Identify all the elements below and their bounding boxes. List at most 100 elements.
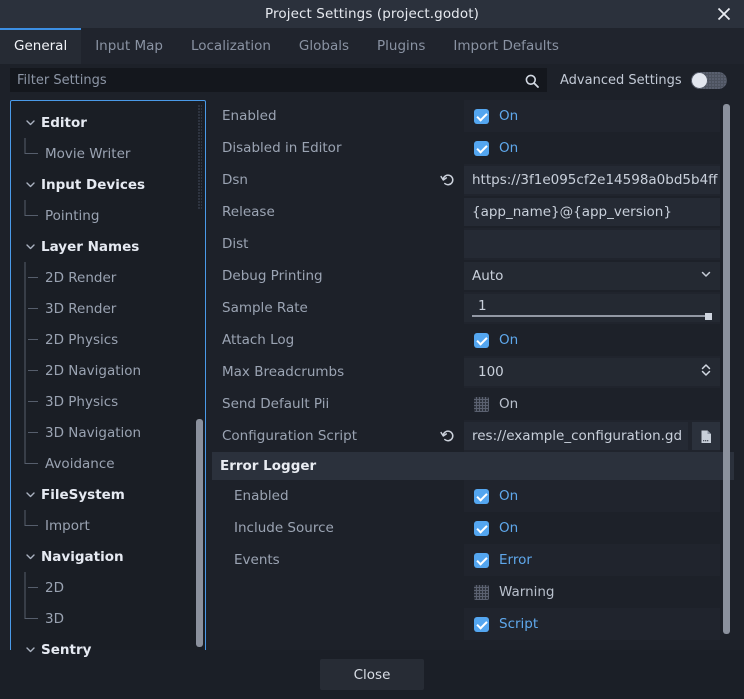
spinner-value: 100	[478, 364, 504, 380]
property-value: Error	[464, 544, 720, 576]
sidebar-item-movie-writer[interactable]: Movie Writer	[11, 138, 205, 169]
file-browse-icon[interactable]	[692, 422, 720, 450]
text-input[interactable]: {app_name}@{app_version}	[464, 198, 720, 226]
property-label: Include Source	[212, 520, 464, 536]
sidebar-item-filesystem[interactable]: FileSystem	[11, 479, 205, 510]
tab-input-map[interactable]: Input Map	[81, 28, 177, 64]
sidebar-item-2d-navigation[interactable]: 2D Navigation	[11, 355, 205, 386]
sidebar-item-pointing[interactable]: Pointing	[11, 200, 205, 231]
sidebar-item-input-devices[interactable]: Input Devices	[11, 169, 205, 200]
checkbox-label[interactable]: Warning	[499, 584, 555, 600]
sidebar-item-3d-navigation[interactable]: 3D Navigation	[11, 417, 205, 448]
property-value: 100	[464, 356, 720, 388]
chevron-down-icon[interactable]	[22, 117, 38, 128]
number-spinner[interactable]: 100	[464, 358, 720, 386]
sidebar-item-label: Navigation	[41, 549, 124, 565]
checkbox-label[interactable]: On	[499, 140, 518, 156]
chevron-down-icon[interactable]	[22, 489, 38, 500]
tab-import-defaults[interactable]: Import Defaults	[439, 28, 572, 64]
checkbox-label[interactable]: On	[499, 396, 518, 412]
sidebar-item-3d-physics[interactable]: 3D Physics	[11, 386, 205, 417]
tab-plugins[interactable]: Plugins	[363, 28, 439, 64]
tabbar-filler	[573, 28, 744, 64]
checkbox-label[interactable]: On	[499, 108, 518, 124]
window-close-icon[interactable]	[704, 0, 744, 28]
settings-category-tree[interactable]: EditorMovie WriterInput Devices Pointing L…	[10, 100, 206, 672]
tab-general[interactable]: General	[0, 28, 81, 64]
text-input[interactable]	[464, 230, 720, 258]
settings-property-list[interactable]: EnabledOnDisabled in EditorOnDsnhttps://…	[212, 100, 734, 672]
checkbox-label[interactable]: Script	[499, 616, 538, 632]
sidebar-item-layer-names[interactable]: Layer Names	[11, 231, 205, 262]
text-input[interactable]: https://3f1e095cf2e14598a0bd5b4ff	[464, 166, 720, 194]
checkbox-unchecked[interactable]	[474, 585, 489, 600]
spinner-arrows-icon[interactable]	[700, 362, 712, 382]
checkbox-label[interactable]: On	[499, 488, 518, 504]
sidebar-item-label: 3D Render	[45, 301, 116, 317]
sidebar-item-label: Pointing	[45, 208, 99, 224]
sidebar-item-2d[interactable]: 2D	[11, 572, 205, 603]
tree-branch-line	[24, 138, 42, 169]
chevron-down-icon[interactable]	[22, 241, 38, 252]
checkbox-label[interactable]: On	[499, 520, 518, 536]
chevron-down-icon[interactable]	[22, 551, 38, 562]
property-label: Enabled	[212, 108, 464, 124]
property-row: Events Error	[212, 544, 734, 576]
sidebar-item-avoidance[interactable]: Avoidance	[11, 448, 205, 479]
sidebar-item-3d[interactable]: 3D	[11, 603, 205, 634]
property-label: Debug Printing	[212, 268, 464, 284]
checkbox-checked[interactable]	[474, 553, 489, 568]
sidebar-item-label: 2D	[45, 580, 64, 596]
sidebar-item-3d-render[interactable]: 3D Render	[11, 293, 205, 324]
sidebar-item-2d-physics[interactable]: 2D Physics	[11, 324, 205, 355]
dropdown-select[interactable]: Auto	[464, 262, 720, 290]
chevron-down-icon[interactable]	[22, 644, 38, 655]
checkbox-label[interactable]: Error	[499, 552, 532, 568]
section-title: Error Logger	[220, 458, 316, 474]
checkbox-checked[interactable]	[474, 333, 489, 348]
checkbox-checked[interactable]	[474, 617, 489, 632]
sidebar-item-label: Sentry	[41, 642, 91, 658]
tree-branch-line	[24, 386, 42, 417]
property-value: res://example_configuration.gd	[464, 420, 720, 452]
text-input[interactable]: res://example_configuration.gd	[464, 422, 688, 450]
checkbox-checked[interactable]	[474, 141, 489, 156]
sidebar-item-label: 3D	[45, 611, 64, 627]
sidebar-item-2d-render[interactable]: 2D Render	[11, 262, 205, 293]
value-slider[interactable]: 1	[464, 294, 720, 322]
sidebar-item-editor[interactable]: Editor	[11, 107, 205, 138]
search-icon	[524, 73, 540, 89]
property-value: On	[464, 100, 720, 132]
property-label: Enabled	[212, 488, 464, 504]
slider-value: 1	[478, 298, 487, 314]
tab-localization[interactable]: Localization	[177, 28, 285, 64]
tab-globals[interactable]: Globals	[285, 28, 363, 64]
sidebar-item-import[interactable]: Import	[11, 510, 205, 541]
sidebar-item-label: 3D Physics	[45, 394, 118, 410]
search-input[interactable]	[10, 68, 547, 92]
slider-handle[interactable]	[705, 313, 712, 320]
sidebar-scrollbar-thumb[interactable]	[196, 419, 203, 647]
tree-branch-line	[24, 262, 42, 293]
checkbox-checked[interactable]	[474, 109, 489, 124]
sidebar-item-navigation[interactable]: Navigation	[11, 541, 205, 572]
tree-branch-line	[24, 293, 42, 324]
settings-tabbar: General Input Map Localization Globals P…	[0, 28, 744, 64]
tree-branch-line	[24, 510, 42, 541]
revert-icon[interactable]	[440, 428, 456, 444]
properties-scrollbar-thumb[interactable]	[723, 104, 730, 634]
property-section-header[interactable]: Error Logger	[212, 452, 734, 480]
checkbox-unchecked[interactable]	[474, 397, 489, 412]
chevron-down-icon[interactable]	[22, 179, 38, 190]
tree-root: EditorMovie WriterInput Devices Pointing L…	[11, 101, 205, 672]
revert-icon[interactable]	[440, 172, 456, 188]
property-label: Events	[212, 552, 464, 568]
checkbox-label[interactable]: On	[499, 332, 518, 348]
close-button[interactable]: Close	[320, 659, 424, 690]
property-row: Dsnhttps://3f1e095cf2e14598a0bd5b4ff	[212, 164, 734, 196]
tree-branch-line	[24, 448, 42, 479]
checkbox-checked[interactable]	[474, 489, 489, 504]
advanced-settings-toggle[interactable]	[691, 72, 727, 89]
toggle-knob	[692, 73, 707, 88]
checkbox-checked[interactable]	[474, 521, 489, 536]
